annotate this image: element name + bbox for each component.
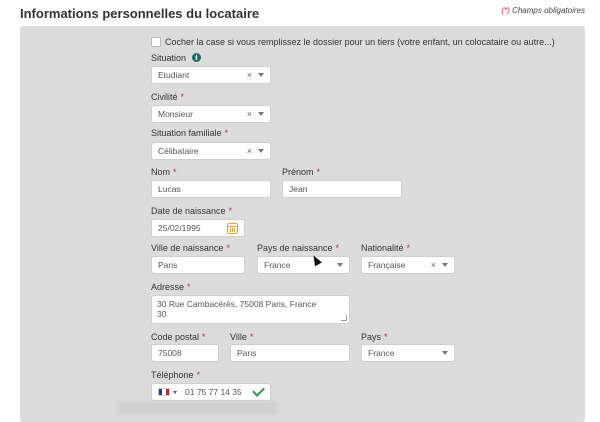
pays-select[interactable]: France [361, 344, 455, 362]
third-party-checkbox[interactable] [151, 37, 161, 47]
clear-icon[interactable]: × [247, 146, 252, 156]
mandatory-star: (*) [501, 6, 510, 15]
pays-naissance-label: Pays de naissance * [257, 243, 340, 253]
clear-icon[interactable]: × [431, 260, 436, 270]
check-icon [251, 387, 264, 398]
pays-naissance-select[interactable]: France [257, 256, 350, 274]
chevron-down-icon [258, 149, 264, 153]
telephone-input[interactable]: 01 75 77 14 35 [151, 383, 271, 401]
prenom-input[interactable]: Jean [282, 180, 402, 198]
ville-naissance-input[interactable]: Paris [151, 256, 245, 274]
chevron-down-icon [258, 112, 264, 116]
situation-value: Etudiant [158, 70, 190, 80]
mandatory-note: (*) Champs obligatoires [501, 6, 585, 15]
prenom-label: Prénom * [282, 167, 321, 177]
date-naissance-label: Date de naissance * [151, 206, 233, 216]
ville-naissance-value: Paris [158, 260, 178, 270]
pays-label: Pays * [361, 332, 388, 342]
adresse-textarea[interactable]: 30 Rue Cambacérès, 75008 Paris, France 3… [151, 295, 350, 324]
ville-naissance-label: Ville de naissance * [151, 243, 230, 253]
adresse-line-2: 30 [157, 309, 167, 319]
chevron-down-icon[interactable] [173, 390, 177, 394]
france-flag-icon[interactable] [158, 388, 170, 396]
telephone-label: Téléphone * [151, 370, 201, 380]
civilite-label: Civilité * [151, 92, 185, 102]
pays-value: France [368, 348, 395, 358]
date-naissance-input[interactable]: 25/02/1995 [151, 219, 245, 237]
form-panel: Cocher la case si vous remplissez le dos… [20, 26, 585, 422]
chevron-down-icon [337, 263, 343, 267]
telephone-value: 01 75 77 14 35 [185, 387, 242, 397]
nom-value: Lucas [158, 184, 181, 194]
ville-value: Paris [237, 348, 257, 358]
chevron-down-icon [258, 73, 264, 77]
civilite-select[interactable]: Monsieur × [151, 105, 271, 123]
nationalite-value: Française [368, 260, 406, 270]
calendar-icon[interactable] [227, 222, 238, 234]
adresse-line-1: 30 Rue Cambacérès, 75008 Paris, France [157, 299, 317, 309]
info-icon[interactable]: i [192, 53, 201, 62]
pays-naissance-value: France [264, 260, 291, 270]
resize-handle-icon[interactable] [341, 315, 347, 321]
situation-familiale-value: Célibataire [158, 146, 199, 156]
prenom-value: Jean [289, 184, 308, 194]
situation-familiale-label: Situation familiale * [151, 128, 229, 138]
blurred-content [117, 402, 277, 414]
situation-label: Situation [151, 53, 187, 63]
third-party-checkbox-label: Cocher la case si vous remplissez le dos… [165, 37, 555, 47]
chevron-down-icon [442, 263, 448, 267]
ville-label: Ville * [230, 332, 254, 342]
adresse-label: Adresse * [151, 282, 191, 292]
code-postal-input[interactable]: 75008 [151, 344, 219, 362]
date-naissance-value: 25/02/1995 [158, 223, 201, 233]
code-postal-value: 75008 [158, 348, 182, 358]
clear-icon[interactable]: × [247, 70, 252, 80]
situation-familiale-select[interactable]: Célibataire × [151, 142, 271, 160]
nationalite-label: Nationalité * [361, 243, 411, 253]
chevron-down-icon [442, 351, 448, 355]
ville-input[interactable]: Paris [230, 344, 350, 362]
code-postal-label: Code postal * [151, 332, 206, 342]
civilite-value: Monsieur [158, 109, 193, 119]
nationalite-select[interactable]: Française × [361, 256, 455, 274]
page-title: Informations personnelles du locataire [20, 6, 260, 21]
mandatory-text: Champs obligatoires [512, 6, 585, 15]
situation-select[interactable]: Etudiant × [151, 66, 271, 84]
nom-label: Nom * [151, 167, 177, 177]
clear-icon[interactable]: × [247, 109, 252, 119]
nom-input[interactable]: Lucas [151, 180, 271, 198]
